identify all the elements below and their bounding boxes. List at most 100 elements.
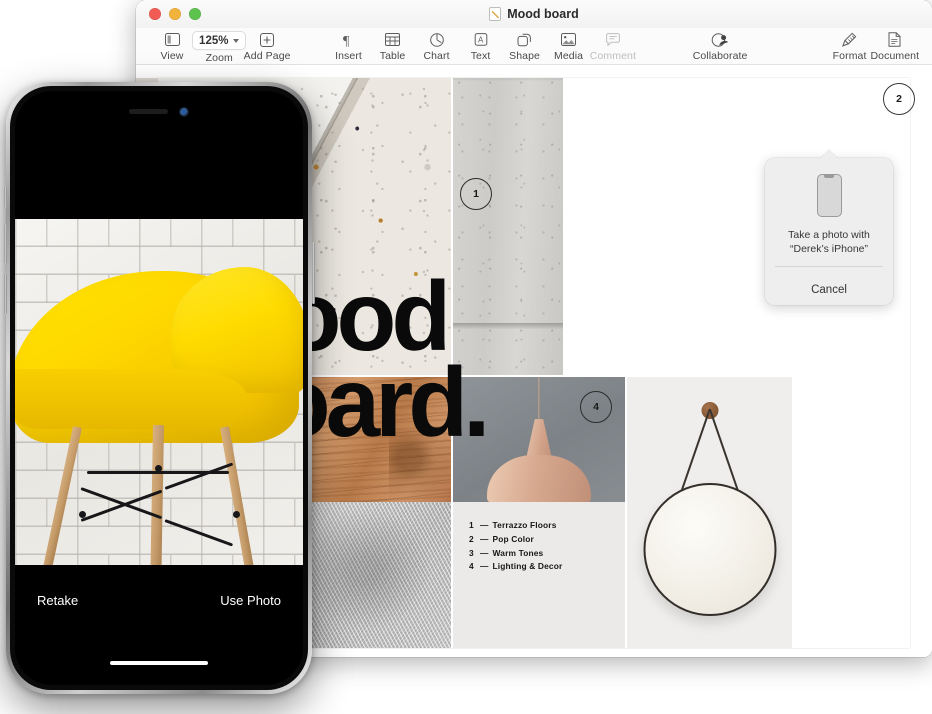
iphone-volume-up-button[interactable] — [3, 224, 7, 264]
popover-message-line-2: “Derek’s iPhone” — [789, 243, 868, 256]
window-titlebar[interactable]: Mood board — [136, 0, 932, 28]
toolbar-document-button[interactable]: Document — [870, 29, 919, 62]
chair-strut-joint-center — [155, 465, 162, 472]
toolbar-collaborate-label: Collaborate — [692, 50, 748, 62]
minimize-window-button[interactable] — [169, 8, 181, 20]
chevron-down-icon — [233, 38, 240, 43]
chair-strut-4 — [164, 519, 234, 547]
svg-text:A: A — [478, 36, 484, 45]
toolbar-add-page-label: Add Page — [243, 50, 291, 62]
close-window-button[interactable] — [149, 8, 161, 20]
window-title-text: Mood board — [507, 7, 579, 21]
caption-item: 4 — Lighting & Decor — [469, 560, 617, 574]
chair-strut-2 — [164, 462, 234, 490]
caption-number: 1 — [469, 520, 474, 530]
earpiece-speaker-icon — [129, 109, 168, 114]
toolbar-insert-label: Insert — [335, 50, 362, 62]
document-file-icon — [489, 7, 502, 21]
home-indicator[interactable] — [110, 660, 208, 665]
lamp-cord — [538, 377, 540, 421]
traffic-light-group — [136, 8, 201, 20]
annotation-marker-4[interactable]: 4 — [580, 391, 612, 423]
caption-item: 1 — Terrazzo Floors — [469, 519, 617, 533]
caption-text: Terrazzo Floors — [492, 520, 557, 530]
caption-number: 2 — [469, 533, 474, 544]
zoom-value: 125% — [199, 34, 229, 47]
toolbar-view-label: View — [160, 50, 184, 62]
chair-strut-3 — [80, 489, 163, 522]
toolbar-text-button[interactable]: A Text — [459, 29, 503, 62]
iphone-mute-switch[interactable] — [3, 186, 7, 208]
retake-button[interactable]: Retake — [37, 593, 78, 608]
toolbar-shape-button[interactable]: Shape — [503, 29, 547, 62]
toolbar-zoom-control[interactable]: 125% Zoom — [192, 29, 247, 64]
popover-divider — [775, 265, 883, 267]
iphone-top-sensors — [15, 106, 303, 117]
text-box-icon: A — [474, 31, 488, 48]
chair-strut-joint-right — [233, 511, 240, 518]
caption-item: 2 — Pop Color — [469, 533, 617, 547]
artwork-caption-panel[interactable]: 1 — Terrazzo Floors 2 — Pop Color 3 — Wa… — [453, 502, 625, 648]
caption-item: 3 — Warm Tones — [469, 547, 617, 561]
iphone-screen[interactable]: Retake Use Photo — [15, 91, 303, 685]
toolbar-format-button[interactable]: Format — [828, 29, 872, 62]
chair-seat — [15, 369, 247, 429]
toolbar-view-button[interactable]: View — [150, 29, 194, 62]
screen: Mood board View 125% Zoom Add Page ¶ Ins… — [0, 0, 932, 714]
artwork-fur-rug-photo[interactable] — [303, 502, 451, 648]
toolbar-insert-button[interactable]: ¶ Insert — [327, 29, 371, 63]
artwork-concrete-wall-photo[interactable] — [453, 78, 563, 375]
continuity-camera-popover[interactable]: Take a photo with “Derek’s iPhone” Cance… — [765, 158, 893, 305]
toolbar-media-label: Media — [553, 50, 584, 62]
popover-message: Take a photo with “Derek’s iPhone” — [775, 228, 883, 257]
iphone-side-button[interactable] — [311, 242, 315, 304]
toolbar-media-button[interactable]: Media — [547, 29, 591, 62]
caption-number: 3 — [469, 547, 474, 558]
comment-icon — [605, 31, 620, 48]
caption-number: 4 — [469, 561, 474, 572]
toolbar-add-page-button[interactable]: Add Page — [243, 29, 291, 62]
annotation-marker-2[interactable]: 2 — [883, 83, 915, 115]
caption-dash: — — [480, 520, 489, 530]
toolbar-text-label: Text — [470, 50, 491, 62]
svg-text:¶: ¶ — [343, 34, 350, 47]
iphone-frame: Retake Use Photo — [3, 82, 315, 694]
annotation-marker-2-label: 2 — [896, 93, 902, 105]
annotation-marker-1[interactable]: 1 — [460, 178, 492, 210]
iphone-icon — [816, 174, 842, 217]
collaborate-icon — [711, 31, 730, 48]
artwork-wood-grain-photo[interactable] — [303, 377, 451, 502]
artwork-round-mirror-photo[interactable] — [627, 377, 792, 648]
caption-dash: — — [480, 561, 489, 572]
format-brush-icon — [842, 31, 857, 48]
caption-text: Lighting & Decor — [492, 561, 563, 572]
captured-photo-preview[interactable] — [15, 219, 303, 583]
chair-leg-front-left — [39, 426, 82, 583]
media-icon — [561, 31, 577, 48]
use-photo-button[interactable]: Use Photo — [220, 593, 281, 608]
toolbar-collaborate-button[interactable]: Collaborate — [692, 29, 748, 62]
popover-message-line-1: Take a photo with — [788, 229, 870, 241]
caption-text: Pop Color — [492, 533, 534, 544]
front-camera-icon — [179, 106, 189, 117]
chair-strut-joint-left — [79, 511, 86, 518]
sidebar-icon — [164, 31, 180, 48]
toolbar-chart-button[interactable]: Chart — [415, 29, 459, 62]
toolbar-comment-button[interactable]: Comment — [589, 29, 636, 62]
chair-leg-center — [150, 424, 164, 583]
caption-list: 1 — Terrazzo Floors 2 — Pop Color 3 — Wa… — [469, 519, 617, 574]
chart-icon — [429, 31, 444, 48]
toolbar-zoom-label: Zoom — [205, 52, 233, 64]
photo-action-row: Retake Use Photo — [15, 593, 303, 608]
iphone-body: Retake Use Photo — [10, 86, 308, 690]
iphone-volume-down-button[interactable] — [3, 274, 7, 314]
maximize-window-button[interactable] — [189, 8, 201, 20]
toolbar-table-button[interactable]: Table — [371, 29, 415, 62]
zoom-dropdown[interactable]: 125% — [192, 31, 247, 50]
popover-cancel-button[interactable]: Cancel — [765, 277, 893, 305]
plus-square-icon — [260, 31, 275, 48]
toolbar-comment-label: Comment — [589, 50, 636, 62]
iphone-device: Retake Use Photo — [3, 82, 315, 694]
pilcrow-icon: ¶ — [342, 31, 355, 48]
toolbar-shape-label: Shape — [509, 50, 540, 62]
